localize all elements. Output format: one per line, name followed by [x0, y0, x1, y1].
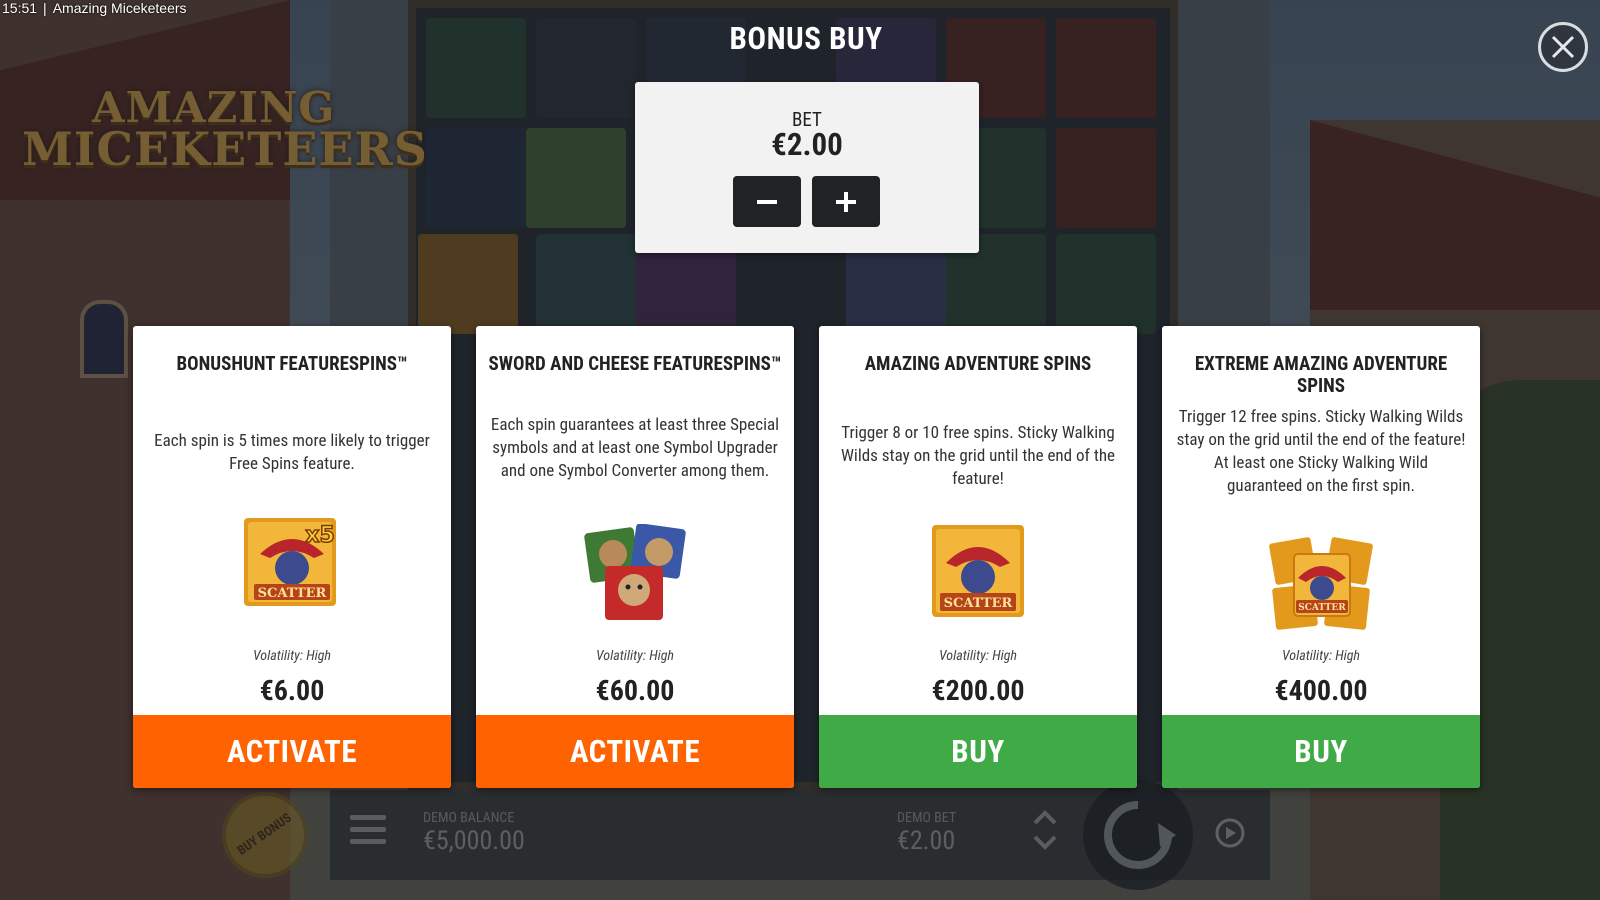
card-volatility: Volatility: High	[1281, 648, 1360, 664]
card-price: €6.00	[259, 674, 325, 707]
svg-text:SCATTER: SCATTER	[258, 586, 327, 601]
mouse-characters-icon	[584, 524, 686, 620]
bet-increase-button[interactable]	[812, 176, 880, 227]
card-title: BONUSHUNT FEATURESPINS™	[176, 352, 408, 375]
buy-button[interactable]: BUY	[1162, 715, 1480, 788]
card-price: €60.00	[595, 674, 675, 707]
card-title: AMAZING ADVENTURE SPINS	[864, 352, 1092, 375]
bet-panel: BET €2.00	[635, 82, 979, 253]
bonus-card-sword-and-cheese: SWORD AND CHEESE FEATURESPINS™ Each spin…	[476, 326, 794, 788]
card-volatility: Volatility: High	[595, 648, 674, 664]
activate-button[interactable]: ACTIVATE	[133, 715, 451, 788]
bet-decrease-button[interactable]	[733, 176, 801, 227]
card-description: Trigger 12 free spins. Sticky Walking Wi…	[1176, 407, 1466, 496]
card-description: Each spin is 5 times more likely to trig…	[154, 431, 430, 474]
minus-icon	[757, 199, 777, 204]
svg-text:SCATTER: SCATTER	[944, 596, 1013, 611]
card-volatility: Volatility: High	[938, 648, 1017, 664]
bonus-card-amazing-adventure: AMAZING ADVENTURE SPINS Trigger 8 or 10 …	[819, 326, 1137, 788]
dialog-title: BONUS BUY	[729, 20, 883, 57]
svg-text:x5: x5	[305, 523, 335, 548]
bet-value: €2.00	[771, 126, 843, 163]
activate-button[interactable]: ACTIVATE	[476, 715, 794, 788]
card-description: Trigger 8 or 10 free spins. Sticky Walki…	[840, 423, 1116, 489]
app-title: Amazing Miceketeers	[52, 0, 187, 16]
status-bar: 15:51 | Amazing Miceketeers	[2, 0, 187, 16]
card-title: SWORD AND CHEESE FEATURESPINS™	[488, 352, 782, 375]
card-price: €400.00	[1274, 674, 1368, 707]
scatter-stack-icon: SCATTER	[1269, 537, 1373, 630]
card-title: EXTREME AMAZING ADVENTURE SPINS	[1194, 352, 1448, 397]
card-description: Each spin guarantees at least three Spec…	[490, 415, 780, 481]
scatter-x5-icon: SCATTER x5	[244, 518, 336, 606]
bonus-card-bonushunt: BONUSHUNT FEATURESPINS™ Each spin is 5 t…	[133, 326, 451, 788]
card-price: €200.00	[931, 674, 1025, 707]
bonus-card-extreme-amazing-adventure: EXTREME AMAZING ADVENTURE SPINS Trigger …	[1162, 326, 1480, 788]
card-volatility: Volatility: High	[252, 648, 331, 664]
scatter-icon: SCATTER	[932, 525, 1024, 617]
clock-time: 15:51	[2, 0, 38, 16]
svg-text:SCATTER: SCATTER	[1298, 603, 1346, 613]
plus-icon	[836, 191, 856, 212]
buy-button[interactable]: BUY	[819, 715, 1137, 788]
